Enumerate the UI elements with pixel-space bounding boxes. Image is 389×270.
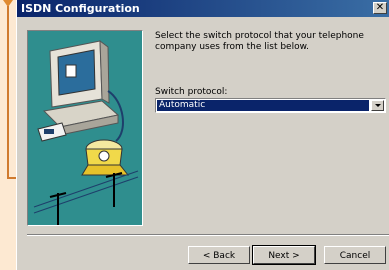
isdn-dialog: ISDN Configuration ✕ Select the switch p… [16, 0, 389, 270]
close-button[interactable]: ✕ [373, 2, 387, 14]
chevron-down-icon [375, 104, 381, 107]
computer-phone-illustration [27, 30, 143, 226]
switch-protocol-label: Switch protocol: [155, 87, 228, 97]
computer-phone-illustration-graphic [33, 39, 139, 225]
callout-line [7, 6, 9, 178]
back-button[interactable]: < Back [188, 246, 250, 264]
switch-protocol-selected-value[interactable]: Automatic [157, 100, 369, 111]
window-title: ISDN Configuration [21, 2, 140, 15]
dropdown-button[interactable] [371, 100, 384, 111]
next-button[interactable]: Next > [252, 245, 316, 265]
instruction-text: Select the switch protocol that your tel… [155, 31, 364, 52]
title-bar[interactable]: ISDN Configuration ✕ [17, 0, 389, 17]
cancel-button[interactable]: Cancel [324, 246, 386, 264]
divider [27, 234, 389, 236]
switch-protocol-dropdown[interactable]: Automatic [155, 98, 386, 113]
